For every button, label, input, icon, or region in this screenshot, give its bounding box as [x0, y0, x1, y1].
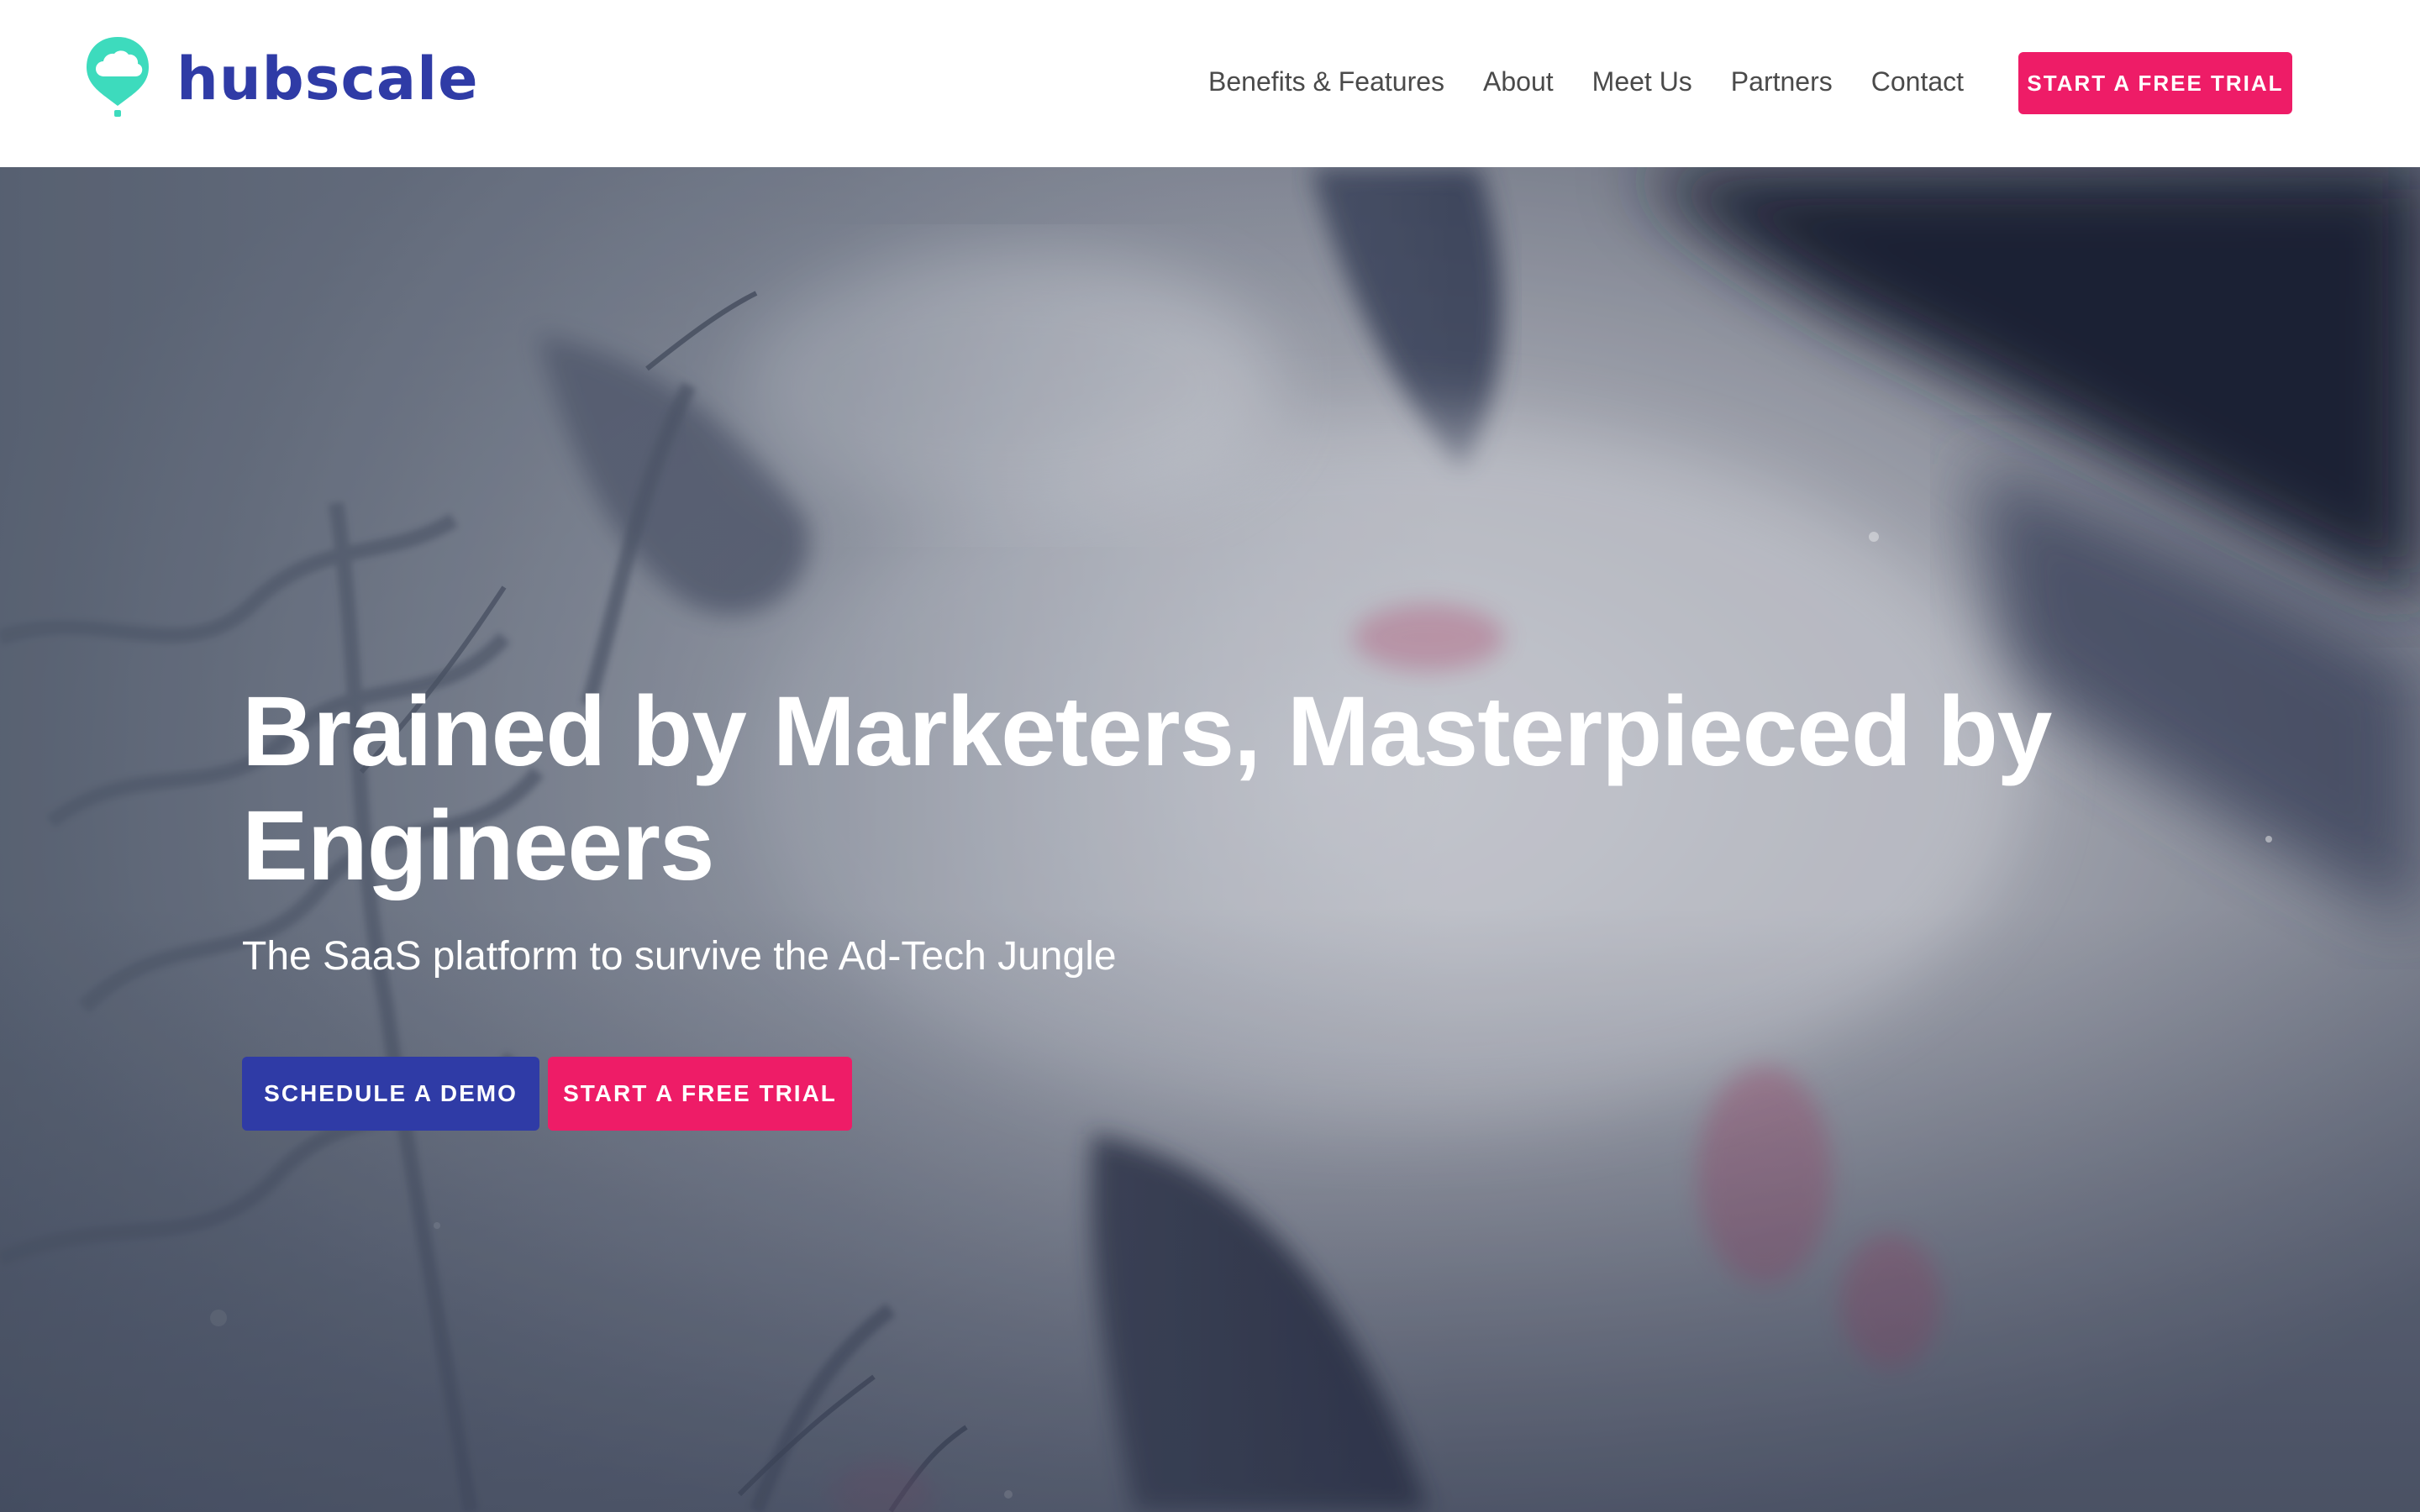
nav-item-partners[interactable]: Partners [1731, 66, 1833, 97]
header-start-trial-button[interactable]: START A FREE TRIAL [2018, 52, 2292, 114]
site-header: hubscale Benefits & Features About Meet … [0, 0, 2420, 167]
nav-item-benefits-features[interactable]: Benefits & Features [1208, 66, 1444, 97]
main-nav: Benefits & Features About Meet Us Partne… [1208, 52, 1964, 111]
nav-item-meet-us[interactable]: Meet Us [1592, 66, 1692, 97]
schedule-demo-button[interactable]: SCHEDULE A DEMO [242, 1057, 539, 1131]
nav-item-about[interactable]: About [1483, 66, 1554, 97]
hero-content: Brained by Marketers, Masterpieced by En… [242, 675, 2175, 1131]
hero-subtitle: The SaaS platform to survive the Ad-Tech… [242, 934, 1117, 979]
cloud-pin-icon [87, 37, 149, 117]
hero-button-group: SCHEDULE A DEMO START A FREE TRIAL [242, 1057, 2175, 1131]
nav-item-contact[interactable]: Contact [1871, 66, 1964, 97]
hero-start-trial-button[interactable]: START A FREE TRIAL [548, 1057, 852, 1131]
brand-logo[interactable]: hubscale [84, 35, 479, 119]
brand-name: hubscale [176, 45, 479, 113]
hero-section: Brained by Marketers, Masterpieced by En… [0, 167, 2420, 1512]
hero-title: Brained by Marketers, Masterpieced by En… [242, 676, 2052, 901]
